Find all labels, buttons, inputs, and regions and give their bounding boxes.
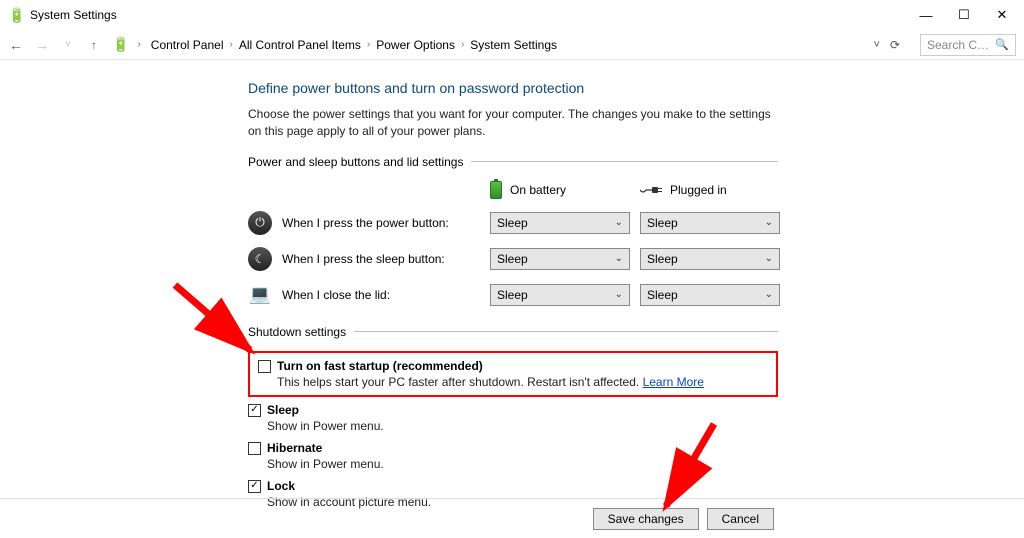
lid-icon: 💻 (248, 283, 272, 307)
chevron-right-icon: › (365, 39, 372, 50)
power-icon: ⏻ (248, 211, 272, 235)
window-title: System Settings (30, 8, 916, 22)
search-input[interactable]: Search Co... 🔍 (920, 34, 1016, 56)
divider (471, 161, 778, 162)
fast-startup-checkbox[interactable] (258, 360, 271, 373)
cancel-button[interactable]: Cancel (707, 508, 774, 530)
sleep-button-battery-select[interactable]: Sleep ⌄ (490, 248, 630, 270)
sleep-description: Show in Power menu. (267, 419, 778, 433)
refresh-icon[interactable]: ⟳ (890, 38, 900, 52)
lock-label: Lock (267, 479, 295, 493)
nav-bar: ← → ˅ ↑ 🔋 › Control Panel › All Control … (0, 30, 1024, 60)
recent-dropdown-icon[interactable]: ˅ (60, 37, 76, 53)
column-on-battery: On battery (490, 181, 636, 199)
close-button[interactable]: ✕ (992, 5, 1012, 25)
chevron-down-icon: ⌄ (765, 253, 773, 264)
save-changes-button[interactable]: Save changes (593, 508, 699, 530)
lock-checkbox[interactable] (248, 480, 261, 493)
minimize-button[interactable]: — (916, 5, 936, 25)
column-plugged-in: Plugged in (640, 183, 786, 197)
section-title: Power and sleep buttons and lid settings (248, 155, 463, 169)
chevron-down-icon: ⌄ (615, 289, 623, 300)
sleep-checkbox[interactable] (248, 404, 261, 417)
app-icon: 🔋 (8, 7, 24, 23)
content-pane: Define power buttons and turn on passwor… (0, 60, 1024, 509)
hibernate-description: Show in Power menu. (267, 457, 778, 471)
location-icon: 🔋 (112, 36, 129, 53)
row-close-lid: 💻 When I close the lid: (248, 283, 486, 307)
learn-more-link[interactable]: Learn More (643, 375, 704, 389)
power-button-plugged-select[interactable]: Sleep ⌄ (640, 212, 780, 234)
chevron-down-icon: ⌄ (765, 217, 773, 228)
address-bar[interactable]: 🔋 › Control Panel › All Control Panel It… (112, 36, 910, 54)
row-sleep-button: ☾ When I press the sleep button: (248, 247, 486, 271)
footer-bar: Save changes Cancel (0, 498, 1024, 538)
chevron-down-icon: ⌄ (615, 217, 623, 228)
window-controls: — ☐ ✕ (916, 5, 1012, 25)
section-shutdown: Shutdown settings Turn on fast startup (… (248, 325, 778, 509)
sleep-label: Sleep (267, 403, 299, 417)
page-description: Choose the power settings that you want … (248, 106, 778, 141)
back-button[interactable]: ← (8, 37, 24, 53)
up-button[interactable]: ↑ (86, 37, 102, 53)
plug-icon (640, 184, 662, 196)
page-heading: Define power buttons and turn on passwor… (248, 80, 778, 96)
lid-battery-select[interactable]: Sleep ⌄ (490, 284, 630, 306)
breadcrumb: Control Panel › All Control Panel Items … (147, 36, 561, 54)
hibernate-label: Hibernate (267, 441, 322, 455)
fast-startup-description: This helps start your PC faster after sh… (277, 375, 768, 389)
hibernate-checkbox[interactable] (248, 442, 261, 455)
chevron-right-icon: › (228, 39, 235, 50)
chevron-down-icon: ⌄ (615, 253, 623, 264)
fast-startup-label: Turn on fast startup (recommended) (277, 359, 483, 373)
section-title: Shutdown settings (248, 325, 346, 339)
search-icon: 🔍 (995, 38, 1009, 51)
fast-startup-highlight: Turn on fast startup (recommended) This … (248, 351, 778, 397)
search-placeholder: Search Co... (927, 38, 991, 52)
chevron-right-icon: › (459, 39, 466, 50)
address-dropdown-icon[interactable]: ˅ (874, 39, 880, 51)
sleep-button-plugged-select[interactable]: Sleep ⌄ (640, 248, 780, 270)
breadcrumb-item[interactable]: All Control Panel Items (235, 36, 365, 54)
section-shutdown-header: Shutdown settings (248, 325, 778, 339)
chevron-right-icon: › (135, 39, 142, 50)
lid-plugged-select[interactable]: Sleep ⌄ (640, 284, 780, 306)
chevron-down-icon: ⌄ (765, 289, 773, 300)
battery-icon (490, 181, 502, 199)
power-settings-table: On battery Plugged in ⏻ When I press the… (248, 181, 778, 307)
sleep-icon: ☾ (248, 247, 272, 271)
title-bar: 🔋 System Settings — ☐ ✕ (0, 0, 1024, 30)
row-power-button: ⏻ When I press the power button: (248, 211, 486, 235)
section-power-buttons: Power and sleep buttons and lid settings (248, 155, 778, 169)
forward-button: → (34, 37, 50, 53)
breadcrumb-item[interactable]: System Settings (466, 36, 561, 54)
breadcrumb-item[interactable]: Control Panel (147, 36, 228, 54)
divider (354, 331, 778, 332)
maximize-button[interactable]: ☐ (954, 5, 974, 25)
breadcrumb-item[interactable]: Power Options (372, 36, 459, 54)
power-button-battery-select[interactable]: Sleep ⌄ (490, 212, 630, 234)
